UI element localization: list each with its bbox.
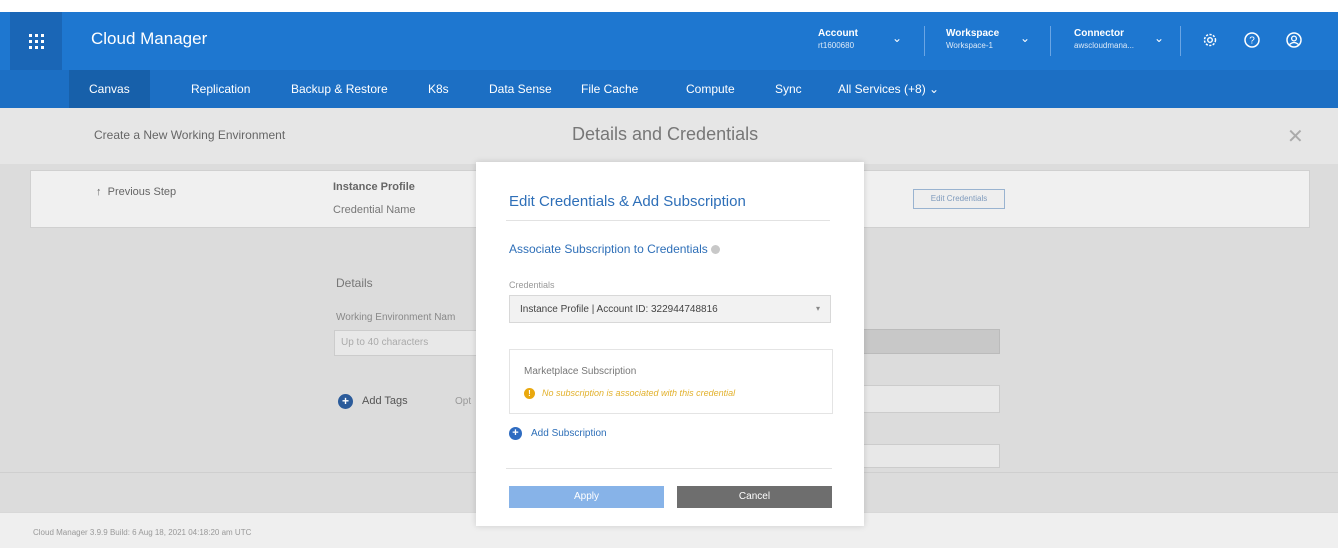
plus-icon[interactable]: + — [509, 427, 522, 440]
nav-tab-compute[interactable]: Compute — [686, 70, 735, 108]
nav-tab-canvas[interactable]: Canvas — [69, 70, 150, 108]
connector-value: awscloudmana... — [1074, 41, 1135, 50]
workspace-chevron-icon[interactable]: ⌄ — [1020, 31, 1030, 45]
workspace-value: Workspace-1 — [946, 41, 993, 50]
associate-subscription-label: Associate Subscription to Credentials — [509, 242, 708, 256]
optional-label: Opt — [455, 396, 472, 407]
account-value: rt1600680 — [818, 41, 855, 50]
nav-tab-backup-restore[interactable]: Backup & Restore — [291, 70, 388, 108]
nav-tab-replication[interactable]: Replication — [191, 70, 250, 108]
page-title: Details and Credentials — [572, 124, 759, 144]
warning-message: No subscription is associated with this … — [542, 388, 736, 398]
modal-title: Edit Credentials & Add Subscription — [509, 193, 746, 210]
top-header: Cloud Manager Account rt1600680 ⌄ Worksp… — [0, 12, 1338, 70]
header-divider — [1050, 26, 1051, 56]
add-tags-button[interactable]: Add Tags — [362, 395, 408, 407]
header-divider — [1180, 26, 1181, 56]
credentials-label: Credentials — [509, 280, 555, 290]
nav-tab-sync[interactable]: Sync — [775, 70, 802, 108]
previous-step-link[interactable]: ↑ Previous Step — [96, 186, 176, 198]
marketplace-subscription-box: Marketplace Subscription ! No subscripti… — [509, 349, 833, 414]
close-icon[interactable]: ✕ — [1287, 124, 1304, 149]
connector-chevron-icon[interactable]: ⌄ — [1154, 31, 1164, 45]
arrow-up-icon: ↑ — [96, 186, 102, 198]
connector-selector[interactable]: Connector awscloudmana... — [1074, 28, 1134, 51]
cancel-button[interactable]: Cancel — [677, 486, 832, 508]
breadcrumb: Create a New Working Environment — [94, 128, 286, 142]
add-subscription-button[interactable]: Add Subscription — [531, 428, 607, 439]
previous-step-label: Previous Step — [107, 186, 177, 198]
app-grid-button[interactable] — [10, 12, 62, 70]
form-field[interactable] — [862, 329, 1000, 354]
main-nav: Canvas Replication Backup & Restore K8s … — [0, 70, 1338, 108]
gear-icon[interactable] — [1201, 31, 1219, 49]
divider — [506, 220, 830, 221]
help-icon[interactable]: ? — [1243, 31, 1261, 49]
warning-icon: ! — [524, 388, 535, 399]
caret-down-icon: ▾ — [815, 304, 820, 313]
app-title: Cloud Manager — [91, 29, 208, 48]
account-chevron-icon[interactable]: ⌄ — [892, 31, 902, 45]
instance-profile-label: Instance Profile — [333, 181, 415, 193]
workspace-label: Workspace — [946, 28, 1000, 39]
form-field[interactable] — [862, 385, 1000, 413]
nav-tab-data-sense[interactable]: Data Sense — [489, 70, 552, 108]
nav-tab-file-cache[interactable]: File Cache — [581, 70, 638, 108]
account-label: Account — [818, 28, 858, 39]
marketplace-subscription-label: Marketplace Subscription — [524, 366, 637, 377]
working-env-name-input[interactable]: Up to 40 characters — [334, 330, 479, 356]
nav-tab-all-services[interactable]: All Services (+8) ⌄ — [838, 70, 939, 108]
info-icon[interactable] — [710, 245, 720, 255]
credentials-select[interactable]: Instance Profile | Account ID: 322944748… — [509, 295, 831, 323]
apply-button[interactable]: Apply — [509, 486, 664, 508]
credentials-value: Instance Profile | Account ID: 322944748… — [520, 304, 718, 315]
modal-subtitle: Associate Subscription to Credentials — [509, 242, 720, 256]
user-icon[interactable] — [1285, 31, 1303, 49]
page-subheader: Create a New Working Environment Details… — [0, 108, 1338, 164]
plus-icon[interactable]: + — [338, 394, 353, 409]
header-divider — [924, 26, 925, 56]
divider — [506, 468, 832, 469]
working-env-name-label: Working Environment Nam — [336, 312, 456, 323]
connector-label: Connector — [1074, 28, 1124, 39]
credential-name-label: Credential Name — [333, 204, 416, 216]
edit-credentials-button[interactable]: Edit Credentials — [913, 189, 1005, 209]
edit-credentials-modal: Edit Credentials & Add Subscription Asso… — [476, 162, 864, 526]
build-info: Cloud Manager 3.9.9 Build: 6 Aug 18, 202… — [33, 528, 252, 537]
nav-tab-k8s[interactable]: K8s — [428, 70, 449, 108]
svg-text:?: ? — [1249, 36, 1255, 47]
app-grid-icon — [28, 33, 44, 49]
workspace-selector[interactable]: Workspace Workspace-1 — [946, 28, 999, 51]
details-heading: Details — [336, 276, 373, 290]
account-selector[interactable]: Account rt1600680 — [818, 28, 858, 51]
form-field[interactable] — [862, 444, 1000, 468]
